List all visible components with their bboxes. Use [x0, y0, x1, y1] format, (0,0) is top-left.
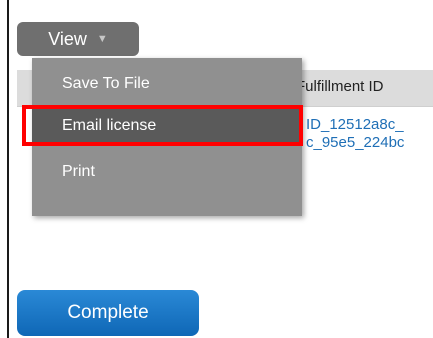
highlight-annotation-box — [22, 105, 303, 146]
complete-button[interactable]: Complete — [17, 290, 199, 336]
view-dropdown-button[interactable]: View ▼ — [17, 22, 139, 56]
chevron-down-icon: ▼ — [96, 32, 108, 45]
menu-item-save-to-file[interactable]: Save To File — [32, 66, 302, 102]
menu-item-print[interactable]: Print — [32, 154, 302, 190]
fulfillment-id-link[interactable]: c_95e5_224bc — [306, 134, 404, 151]
fulfillment-id-link[interactable]: ID_12512a8c_ — [306, 116, 404, 133]
view-button-label: View — [48, 28, 87, 49]
column-header-fulfillment-id: Fulfillment ID — [296, 78, 384, 95]
left-border-line — [7, 0, 9, 338]
